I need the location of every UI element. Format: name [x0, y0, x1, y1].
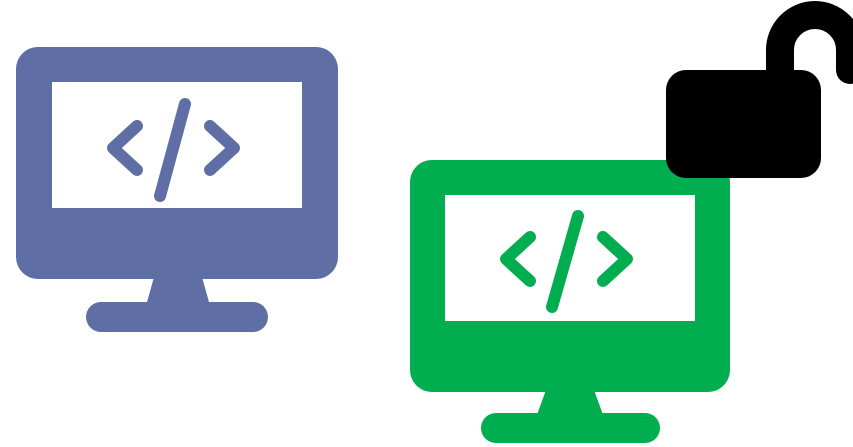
code-monitor-icon-right [410, 160, 730, 443]
code-monitor-icon-left [16, 47, 338, 332]
padlock-body [666, 70, 821, 178]
unlocked-padlock-icon [666, 1, 853, 178]
padlock-shackle [766, 1, 853, 90]
illustration [16, 1, 853, 443]
